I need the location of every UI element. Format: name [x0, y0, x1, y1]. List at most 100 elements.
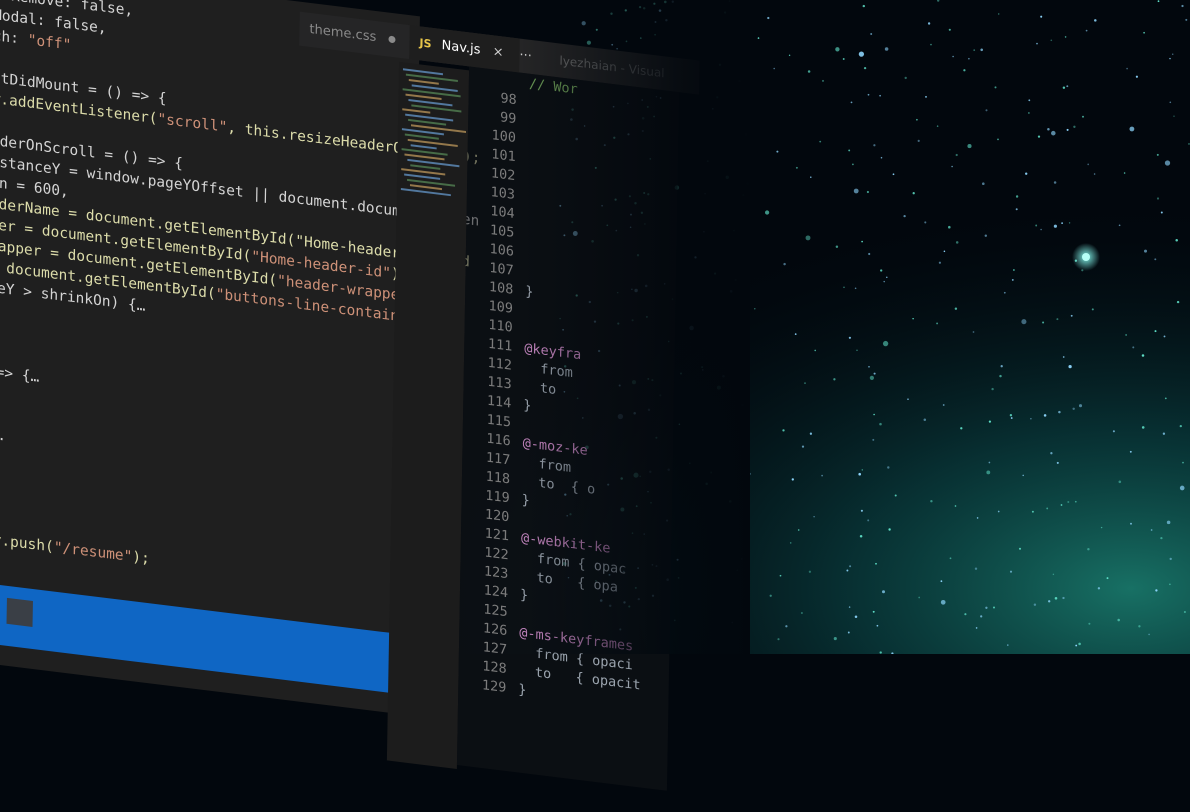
star [1087, 163, 1090, 166]
star [1163, 335, 1166, 338]
star [673, 619, 676, 622]
star [1156, 197, 1160, 200]
close-icon[interactable]: × [493, 44, 504, 60]
star [689, 325, 694, 331]
star [940, 580, 943, 583]
star [779, 574, 782, 577]
star [881, 590, 886, 594]
star [880, 156, 883, 159]
side-code-line: } [518, 681, 527, 699]
star [879, 422, 882, 426]
star [1074, 500, 1077, 503]
line-number: 110 [488, 316, 513, 336]
star [677, 577, 680, 579]
star [1160, 536, 1163, 540]
star [1181, 4, 1184, 8]
tab-label: theme.css [309, 21, 377, 46]
star [942, 404, 945, 406]
star [943, 250, 946, 253]
star [624, 9, 627, 12]
star [866, 190, 870, 194]
star [1009, 414, 1013, 417]
star [1053, 181, 1057, 184]
star [773, 67, 776, 70]
star [951, 165, 953, 168]
star [985, 606, 988, 609]
side-code-line: } [525, 283, 534, 301]
star [1021, 319, 1027, 325]
star [791, 478, 794, 481]
app-icon[interactable] [6, 597, 33, 627]
star [955, 153, 958, 157]
star [642, 7, 646, 10]
star [1028, 99, 1031, 102]
star [973, 49, 976, 51]
star [678, 423, 681, 426]
star [848, 336, 852, 339]
star [872, 438, 875, 441]
star [748, 472, 751, 476]
star [1094, 19, 1097, 22]
line-number: 117 [485, 449, 511, 469]
star [875, 562, 877, 565]
star [740, 557, 743, 560]
star [861, 469, 864, 471]
star [880, 269, 883, 272]
line-number: 108 [488, 278, 514, 298]
star [654, 33, 656, 36]
star [993, 606, 995, 609]
star [968, 57, 970, 60]
star [879, 94, 881, 97]
star [734, 278, 737, 281]
code-line: ry.push("/resume"); [0, 531, 150, 568]
star [712, 108, 714, 110]
star [1022, 474, 1024, 477]
line-number: 105 [489, 221, 515, 241]
star [1078, 404, 1083, 408]
star [1175, 238, 1178, 242]
side-editor-pane: // Wor 98 99 100 101 102 103 104 105 106 107 108} 1… [456, 66, 680, 791]
star [767, 16, 770, 20]
star [1025, 172, 1028, 175]
star [1047, 127, 1050, 131]
line-number: 127 [482, 639, 508, 659]
line-number: 124 [483, 582, 509, 602]
side-code-line: from [522, 454, 572, 476]
star [1048, 600, 1051, 603]
star [1171, 53, 1174, 56]
star [862, 4, 865, 8]
star [702, 369, 704, 371]
star [1067, 500, 1070, 504]
star [639, 37, 642, 39]
star [821, 474, 823, 477]
star [706, 160, 709, 162]
star [999, 374, 1002, 378]
star [689, 462, 691, 465]
star [1156, 153, 1159, 156]
star [654, 21, 657, 23]
star [1060, 504, 1063, 506]
star [1144, 249, 1147, 253]
star [741, 404, 744, 407]
star [873, 144, 876, 147]
star [1169, 101, 1172, 104]
star [801, 445, 805, 448]
minimap[interactable] [386, 61, 470, 770]
star [703, 230, 705, 233]
star [986, 470, 991, 475]
star [923, 418, 927, 421]
star [1068, 364, 1072, 369]
star [936, 125, 939, 127]
star [980, 48, 983, 52]
star [1073, 125, 1076, 128]
star [1097, 587, 1101, 590]
star [1141, 426, 1145, 429]
star [1169, 583, 1171, 586]
star [1126, 67, 1128, 70]
code-line: {… [0, 426, 4, 445]
star [664, 0, 667, 4]
star [782, 429, 785, 432]
star [1010, 417, 1013, 419]
star [776, 150, 779, 153]
star [856, 349, 858, 352]
